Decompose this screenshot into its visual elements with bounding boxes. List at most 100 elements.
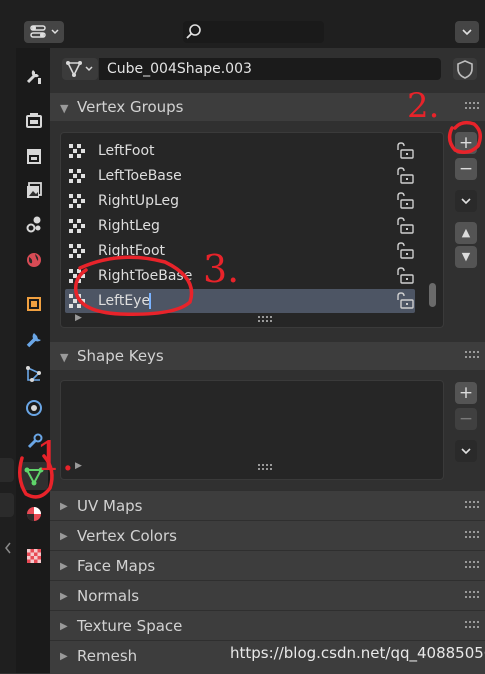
physics-icon [26,400,42,416]
mesh-datablock-row: Cube_004Shape.003 [50,56,485,84]
vertex-group-specials-button[interactable] [455,190,477,212]
shield-icon [457,60,473,79]
expanded-triangle-icon: ▼ [60,351,69,364]
tab-physics[interactable] [20,394,48,422]
list-item[interactable]: LeftFoot [65,139,415,163]
object-data-icon [24,467,44,486]
panel-title: Remesh [77,647,138,665]
move-up-button[interactable]: ▲ [455,222,477,244]
tab-view-layer[interactable] [20,176,48,204]
drag-grip-icon[interactable] [465,591,479,599]
chevron-down-icon [461,448,471,455]
expanded-triangle-icon: ▼ [60,102,69,115]
unlocked-icon[interactable] [395,142,415,160]
drag-grip-icon[interactable] [465,351,479,359]
region-toggle-2[interactable] [0,493,14,517]
texture-space-panel[interactable]: ▶ Texture Space [50,610,485,641]
tab-modifier[interactable] [20,326,48,354]
panel-title: Normals [77,587,140,605]
list-item[interactable]: RightFoot [65,239,415,263]
constraints-icon [27,433,43,449]
scene-icon [26,216,41,233]
group-vertex-icon [69,144,85,158]
mesh-data-icon [66,61,93,77]
face-maps-panel[interactable]: ▶ Face Maps [50,550,485,581]
filter-triangle-icon[interactable]: ▶ [75,313,82,323]
shape-key-specials-button[interactable] [455,440,477,462]
search-input[interactable] [183,21,324,43]
drag-grip-icon[interactable] [465,561,479,569]
list-item[interactable]: RightLeg [65,214,415,238]
drag-grip-icon[interactable] [465,501,479,509]
tab-object[interactable] [20,290,48,318]
collapsed-triangle-icon: ▶ [60,651,68,662]
resize-grip-icon[interactable] [258,464,272,471]
collapsed-triangle-icon: ▶ [60,531,68,542]
remove-vertex-group-button[interactable]: − [455,158,477,180]
options-dropdown-button[interactable] [455,21,479,43]
region-toggle[interactable] [0,458,14,482]
tab-material[interactable] [20,500,48,528]
list-scrollbar[interactable] [429,283,436,307]
tab-tool[interactable] [20,62,48,90]
tab-object-data[interactable] [20,462,48,490]
tab-texture[interactable] [20,542,48,570]
drag-grip-icon[interactable] [465,102,479,110]
tab-scene[interactable] [20,210,48,238]
panel-title: Face Maps [77,557,156,575]
drag-grip-icon[interactable] [465,531,479,539]
shape-keys-title: Shape Keys [77,347,164,365]
filter-triangle-icon[interactable]: ▶ [75,461,82,471]
render-icon [26,113,42,128]
mesh-name-field[interactable]: Cube_004Shape.003 [99,58,441,80]
unlocked-icon[interactable] [395,192,415,210]
search-icon [186,24,201,39]
vertex-group-name: LeftEye [98,293,151,309]
drag-grip-icon[interactable] [465,621,479,629]
list-item[interactable]: RightToeBase [65,264,415,288]
add-vertex-group-button[interactable]: + [455,132,477,154]
fake-user-button[interactable] [453,58,477,80]
vertex-group-name: RightUpLeg [98,193,180,209]
chevron-down-icon [461,198,471,205]
list-item[interactable]: RightUpLeg [65,189,415,213]
unlocked-icon[interactable] [395,167,415,185]
add-shape-key-button[interactable]: + [455,382,477,404]
mesh-browse-button[interactable] [62,58,98,80]
tab-render[interactable] [20,106,48,134]
view-layer-icon [27,182,42,198]
remove-shape-key-button[interactable]: − [455,408,477,430]
tab-constraints[interactable] [20,428,48,456]
vertex-groups-header[interactable]: ▼ Vertex Groups [50,93,485,121]
tool-icon [26,70,41,84]
list-item-selected[interactable]: LeftEye [65,289,415,313]
shape-keys-header[interactable]: ▼ Shape Keys [50,342,485,370]
group-vertex-icon [69,219,85,233]
move-down-button[interactable]: ▼ [455,246,477,268]
normals-panel[interactable]: ▶ Normals [50,580,485,611]
modifier-icon [26,333,41,348]
top-header [0,0,485,48]
panel-title: UV Maps [77,497,143,515]
collapsed-triangle-icon: ▶ [60,621,68,632]
tab-world[interactable] [20,246,48,274]
area-edge [0,48,16,673]
vertex-group-name: LeftFoot [98,143,155,159]
collapsed-triangle-icon: ▶ [60,591,68,602]
unlocked-icon[interactable] [395,242,415,260]
group-vertex-icon [69,194,85,208]
chevron-left-icon[interactable] [3,541,13,555]
unlocked-icon[interactable] [395,292,415,310]
unlocked-icon[interactable] [395,267,415,285]
editor-type-button[interactable] [24,21,64,43]
collapsed-triangle-icon: ▶ [60,501,68,512]
uv-maps-panel[interactable]: ▶ UV Maps [50,490,485,521]
material-icon [27,507,41,521]
list-item[interactable]: LeftToeBase [65,164,415,188]
resize-grip-icon[interactable] [258,316,272,323]
texture-icon [27,549,41,563]
tab-output[interactable] [20,142,48,170]
vertex-colors-panel[interactable]: ▶ Vertex Colors [50,520,485,551]
tab-particles[interactable] [20,360,48,388]
unlocked-icon[interactable] [395,217,415,235]
